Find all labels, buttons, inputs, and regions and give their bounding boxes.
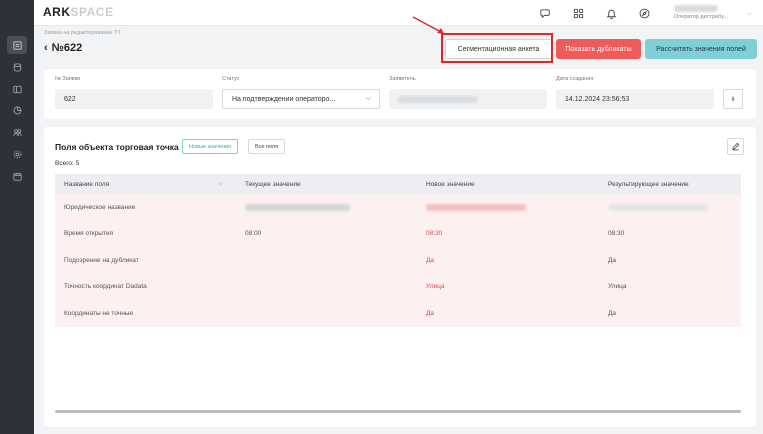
database-icon[interactable]: [7, 58, 27, 76]
col-new-value: Новое значение: [426, 180, 475, 188]
bell-icon[interactable]: [603, 5, 619, 21]
request-number-field: 622: [55, 89, 213, 109]
calendar-icon[interactable]: [7, 167, 27, 185]
field-name: Точность координат Dadata: [64, 283, 147, 291]
field-name: Юридическое название: [64, 203, 136, 211]
request-info-card: № Заявки 622 Статус На подтверждении опе…: [44, 69, 756, 119]
chevron-down-icon: ⌵: [365, 95, 371, 102]
col-field-name[interactable]: Название поля: [64, 174, 109, 194]
annotation-highlight-box: [441, 33, 553, 63]
page-title: ‹ №622: [44, 42, 82, 54]
result-value: [608, 194, 708, 221]
field-name: Время открытия: [64, 230, 114, 238]
result-value: Да: [608, 309, 617, 317]
new-value: [426, 194, 526, 221]
result-value: Улица: [608, 283, 627, 291]
top-bar: ARKSPACE Оператор дистрибу... ⌵: [34, 0, 763, 26]
col-current-value: Текущее значение: [245, 180, 301, 188]
tab-all-fields[interactable]: Все поля: [248, 139, 286, 154]
request-number-label: № Заявки: [55, 76, 81, 82]
current-value: [245, 194, 350, 221]
table-header: Название поля ⌵ Текущее значение Новое з…: [55, 174, 741, 194]
calculate-values-button[interactable]: Рассчитать значения полей: [645, 39, 757, 59]
new-value: Да: [426, 309, 435, 317]
new-value: Да: [426, 256, 435, 264]
new-value: Улица: [426, 283, 445, 291]
apps-grid-icon[interactable]: [570, 5, 586, 21]
current-value: 08:00: [245, 230, 262, 238]
page-title-text: №622: [51, 42, 83, 54]
table-row[interactable]: Юридическое название: [55, 194, 741, 221]
section-title: Поля объекта торговая точка: [55, 142, 179, 152]
horizontal-scrollbar[interactable]: [55, 410, 741, 413]
side-rail: [0, 0, 34, 434]
new-value: 08:30: [426, 230, 443, 238]
status-select[interactable]: На подтверждении операторо... ⌵: [222, 89, 380, 109]
total-count: Всего: 5: [55, 160, 80, 167]
result-value: 08:30: [608, 230, 625, 238]
fields-table: Название поля ⌵ Текущее значение Новое з…: [55, 174, 741, 327]
user-role: Оператор дистрибу...: [674, 14, 728, 20]
user-menu[interactable]: Оператор дистрибу... ⌵: [669, 4, 752, 24]
layout-icon[interactable]: [7, 80, 27, 98]
back-arrow-icon[interactable]: ‹: [44, 42, 48, 54]
edit-button[interactable]: [727, 138, 744, 155]
show-duplicates-button[interactable]: Показать дубликаты: [556, 39, 641, 59]
pencil-icon: [732, 142, 740, 151]
double-chevron-down-icon: ↡: [730, 96, 736, 103]
chevron-down-icon[interactable]: ⌵: [218, 180, 223, 188]
compass-icon[interactable]: [636, 5, 652, 21]
table-row[interactable]: Точность координат Dadata Улица Улица: [55, 273, 741, 300]
expand-button[interactable]: ↡: [723, 89, 743, 109]
settings-icon[interactable]: [7, 145, 27, 163]
applicant-field: [389, 89, 547, 109]
col-result-value: Результирующее значение: [608, 180, 689, 188]
fields-card: Поля объекта торговая точка Новые значен…: [44, 127, 756, 427]
breadcrumb: Заявка на редактирование ТТ: [44, 30, 121, 36]
user-name: [674, 5, 718, 12]
users-icon[interactable]: [7, 123, 27, 141]
table-row[interactable]: Координаты не точные Да Да: [55, 300, 741, 327]
created-date-label: Дата создания: [556, 76, 594, 82]
applicant-label: Заявитель: [389, 76, 416, 82]
created-date-field: 14.12.2024 23:56:53: [556, 89, 714, 109]
status-label: Статус: [222, 76, 240, 82]
chevron-down-icon: ⌵: [747, 11, 752, 17]
app-logo[interactable]: ARKSPACE: [43, 5, 113, 19]
chat-icon[interactable]: [537, 5, 553, 21]
field-name: Подозрение на дубликат: [64, 256, 139, 264]
field-name: Координаты не точные: [64, 309, 134, 317]
result-value: Да: [608, 256, 617, 264]
requests-icon[interactable]: [7, 36, 27, 54]
table-row[interactable]: Время открытия 08:00 08:30 08:30: [55, 220, 741, 247]
tab-new-values[interactable]: Новые значения: [182, 139, 239, 154]
table-row[interactable]: Подозрение на дубликат Да Да: [55, 247, 741, 274]
chart-icon[interactable]: [7, 101, 27, 119]
